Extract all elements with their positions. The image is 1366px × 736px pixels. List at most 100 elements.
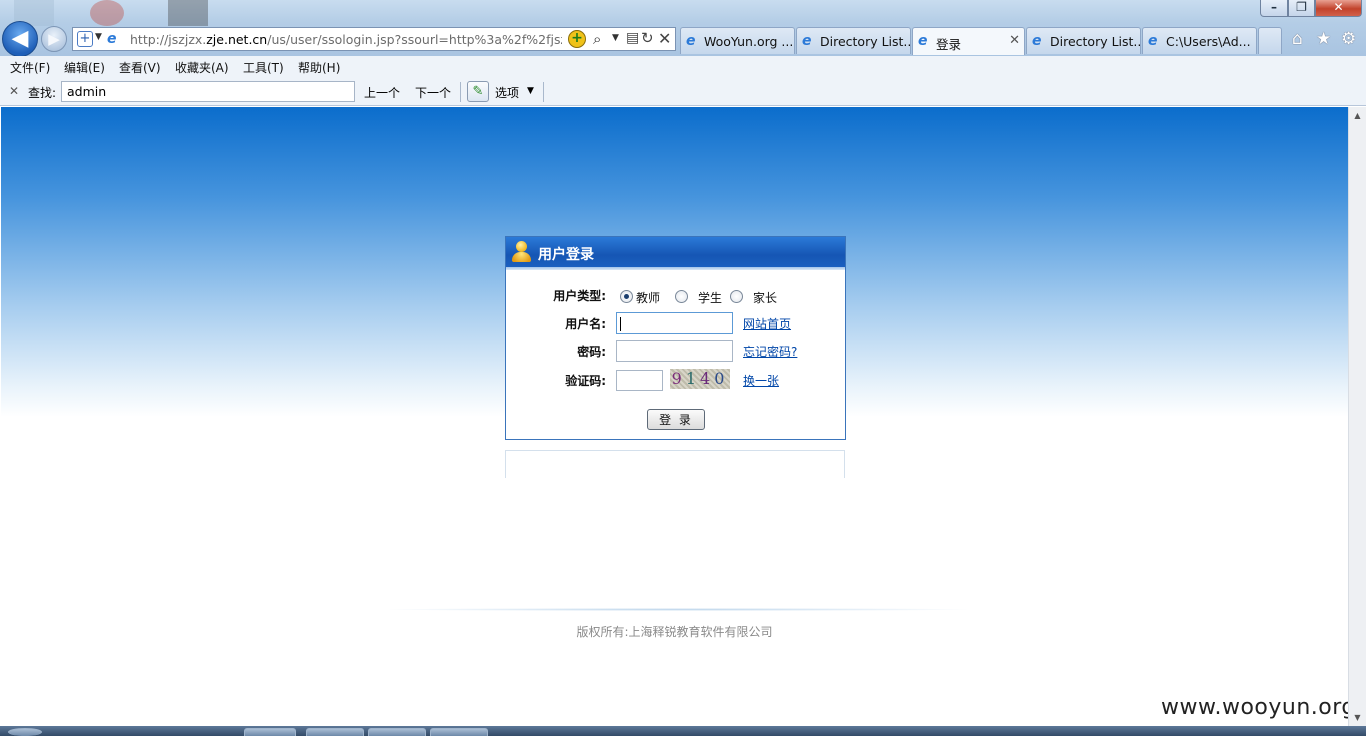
- find-bar: ✕ 查找: 上一个 下一个 ✎ 选项 ▼: [0, 78, 1366, 106]
- ie-page-icon: e: [802, 33, 812, 49]
- header-divider: [506, 267, 845, 270]
- home-icon[interactable]: ⌂: [1292, 29, 1303, 49]
- captcha-image[interactable]: 9140: [670, 369, 730, 389]
- menu-help[interactable]: 帮助(H): [298, 59, 340, 76]
- browser-title-bar: – ❐ ✕ ◀ ▶ + ▼ e http://jszjzx.zje.net.cn…: [0, 0, 1366, 57]
- menu-edit[interactable]: 编辑(E): [64, 59, 105, 76]
- watermark-text: www.wooyun.org: [1161, 695, 1356, 720]
- close-icon[interactable]: ✕: [9, 84, 19, 98]
- taskbar-item[interactable]: [306, 728, 364, 736]
- ie-page-icon: e: [686, 33, 696, 49]
- background-blur: [168, 0, 208, 26]
- close-tab-icon[interactable]: ✕: [1009, 33, 1020, 48]
- radio-teacher[interactable]: [620, 290, 633, 303]
- ie-page-icon: e: [1032, 33, 1042, 49]
- find-options-button[interactable]: 选项: [495, 84, 519, 101]
- ie-page-icon: e: [107, 31, 117, 47]
- scroll-down-arrow-icon[interactable]: ▼: [1349, 709, 1366, 726]
- tab-directory-listing-1[interactable]: e Directory List...: [796, 27, 911, 54]
- maximize-button[interactable]: ❐: [1288, 0, 1315, 17]
- username-input[interactable]: [616, 312, 733, 334]
- login-title: 用户登录: [538, 247, 594, 263]
- footer-divider: [380, 608, 976, 611]
- favorites-star-icon[interactable]: ★: [1316, 29, 1331, 49]
- background-blur: [90, 0, 124, 26]
- refresh-captcha-link[interactable]: 换一张: [743, 372, 779, 389]
- tab-label: 登录: [936, 37, 962, 52]
- login-subpanel: [505, 450, 845, 478]
- user-type-label: 用户类型:: [553, 289, 606, 303]
- add-favorite-icon[interactable]: +: [568, 30, 586, 48]
- back-arrow-icon: ◀: [11, 26, 29, 51]
- search-icon[interactable]: ⌕: [593, 30, 601, 48]
- new-tab-button[interactable]: [1258, 27, 1282, 54]
- taskbar-item[interactable]: [430, 728, 488, 736]
- tab-local-file[interactable]: e C:\Users\Ad...: [1142, 27, 1257, 54]
- captcha-digit: 4: [700, 369, 715, 388]
- ie-page-icon: e: [1148, 33, 1158, 49]
- tab-label: C:\Users\Ad...: [1166, 34, 1251, 49]
- taskbar: [0, 726, 1366, 736]
- homepage-link[interactable]: 网站首页: [743, 315, 791, 332]
- radio-parent-label[interactable]: 家长: [753, 289, 777, 306]
- radio-student[interactable]: [675, 290, 688, 303]
- back-button[interactable]: ◀: [2, 21, 38, 57]
- separator: [543, 82, 544, 102]
- menu-view[interactable]: 查看(V): [119, 59, 161, 76]
- captcha-digit: 9: [671, 369, 686, 388]
- chevron-down-icon[interactable]: ▼: [612, 33, 619, 43]
- gear-icon[interactable]: ⚙: [1341, 29, 1356, 49]
- ie-page-icon: e: [918, 33, 928, 49]
- login-header: 用户登录: [506, 237, 845, 267]
- tab-directory-listing-2[interactable]: e Directory List...: [1026, 27, 1141, 54]
- password-input[interactable]: [616, 340, 733, 362]
- captcha-digit: 1: [685, 369, 700, 388]
- menu-favorites[interactable]: 收藏夹(A): [175, 59, 229, 76]
- address-url[interactable]: http://jszjzx.zje.net.cn/us/user/ssologi…: [130, 32, 562, 47]
- page-viewport: 用户登录 用户类型: 教师 学生 家长 用户名: 网站首页 密码: 忘记密码? …: [1, 107, 1355, 726]
- user-icon: [512, 241, 531, 263]
- find-input[interactable]: [61, 81, 355, 102]
- find-next-button[interactable]: 下一个: [415, 84, 451, 101]
- radio-student-label[interactable]: 学生: [698, 289, 722, 306]
- tab-label: Directory List...: [1050, 34, 1141, 49]
- start-button[interactable]: [8, 728, 42, 736]
- chevron-down-icon[interactable]: ▼: [527, 86, 534, 96]
- radio-teacher-label[interactable]: 教师: [636, 289, 660, 306]
- tab-label: Directory List...: [820, 34, 911, 49]
- menu-tools[interactable]: 工具(T): [243, 59, 284, 76]
- login-panel: 用户登录 用户类型: 教师 学生 家长 用户名: 网站首页 密码: 忘记密码? …: [505, 236, 846, 440]
- radio-parent[interactable]: [730, 290, 743, 303]
- password-label: 密码:: [577, 345, 606, 359]
- refresh-icon[interactable]: ↻: [641, 29, 654, 47]
- stop-icon[interactable]: ✕: [658, 29, 671, 48]
- find-label: 查找:: [28, 86, 57, 100]
- forgot-password-link[interactable]: 忘记密码?: [743, 343, 797, 360]
- menu-file[interactable]: 文件(F): [10, 59, 50, 76]
- highlight-matches-icon[interactable]: ✎: [467, 81, 489, 102]
- tab-wooyun[interactable]: e WooYun.org ...: [680, 27, 795, 54]
- find-previous-button[interactable]: 上一个: [364, 84, 400, 101]
- captcha-label: 验证码:: [565, 374, 606, 388]
- username-label: 用户名:: [565, 317, 606, 331]
- tab-login[interactable]: e 登录 ✕: [912, 27, 1025, 55]
- captcha-input[interactable]: [616, 370, 663, 391]
- close-window-button[interactable]: ✕: [1315, 0, 1362, 17]
- taskbar-item[interactable]: [244, 728, 296, 736]
- minimize-button[interactable]: –: [1260, 0, 1288, 17]
- compatibility-view-icon[interactable]: +: [77, 31, 93, 47]
- compatibility-page-icon[interactable]: ▤: [626, 30, 639, 46]
- text-caret: [620, 317, 621, 331]
- menu-bar: 文件(F) 编辑(E) 查看(V) 收藏夹(A) 工具(T) 帮助(H): [0, 56, 1366, 78]
- login-button[interactable]: 登 录: [647, 409, 705, 430]
- forward-button[interactable]: ▶: [41, 26, 67, 52]
- tab-label: WooYun.org ...: [704, 34, 794, 49]
- scroll-up-arrow-icon[interactable]: ▲: [1349, 107, 1366, 124]
- taskbar-item[interactable]: [368, 728, 426, 736]
- address-bar[interactable]: + ▼ e http://jszjzx.zje.net.cn/us/user/s…: [72, 27, 676, 51]
- vertical-scrollbar[interactable]: ▲ ▼: [1348, 107, 1366, 726]
- captcha-digit: 0: [714, 369, 729, 388]
- forward-arrow-icon: ▶: [48, 30, 60, 48]
- copyright-text: 版权所有:上海释锐教育软件有限公司: [576, 625, 773, 639]
- chevron-down-icon[interactable]: ▼: [95, 32, 102, 42]
